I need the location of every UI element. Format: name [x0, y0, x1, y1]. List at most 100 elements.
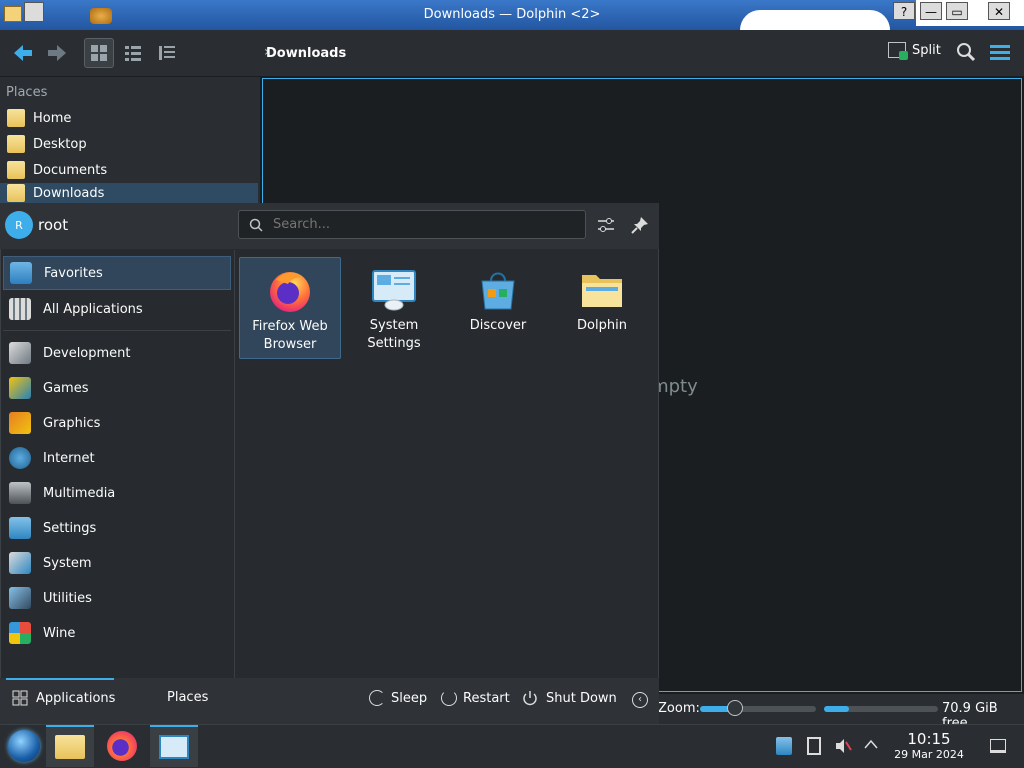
taskbar-system-settings[interactable]	[150, 725, 198, 767]
search-button[interactable]	[956, 42, 976, 66]
leave-more-button[interactable]: ‹	[632, 692, 648, 708]
globe-icon	[9, 447, 31, 469]
places-item-label: Downloads	[33, 185, 105, 201]
shutdown-button[interactable]: Shut Down	[522, 690, 617, 706]
category-label: Settings	[43, 520, 97, 536]
details-view-button[interactable]	[152, 38, 182, 68]
category-label: Internet	[43, 450, 95, 466]
category-label: Graphics	[43, 415, 101, 431]
star-folder-icon	[10, 262, 32, 284]
sidebar-divider	[234, 250, 235, 678]
shutdown-label: Shut Down	[546, 690, 617, 706]
chevron-left-icon: ‹	[638, 694, 642, 705]
windows-orb-icon	[8, 730, 40, 762]
tab-active-indicator	[6, 678, 114, 680]
grid-view-icon	[91, 45, 107, 61]
hamburger-icon	[990, 45, 1010, 60]
app-firefox[interactable]: Firefox Web Browser	[239, 257, 341, 359]
show-desktop-button[interactable]	[990, 739, 1006, 753]
folder-desktop-icon	[7, 135, 25, 153]
settings-icon	[9, 517, 31, 539]
category-label: Favorites	[44, 265, 103, 281]
sliders-icon	[598, 218, 614, 232]
split-button[interactable]: Split	[888, 42, 941, 60]
compact-view-button[interactable]	[118, 38, 148, 68]
zoom-slider-handle[interactable]	[726, 700, 743, 716]
tab-places[interactable]: Places	[167, 690, 208, 705]
tab-applications[interactable]: Applications	[12, 690, 115, 706]
search-field[interactable]	[238, 210, 586, 239]
pin-button[interactable]	[630, 215, 650, 239]
search-icon	[249, 218, 263, 232]
tray-volume-muted-icon[interactable]	[834, 737, 852, 759]
restart-button[interactable]: Restart	[441, 690, 510, 706]
app-discover[interactable]: Discover	[447, 257, 549, 359]
category-divider	[3, 330, 231, 331]
restart-label: Restart	[463, 690, 510, 706]
graphics-icon	[9, 412, 31, 434]
minimize-button[interactable]: —	[920, 2, 942, 20]
category-label: Multimedia	[43, 485, 116, 501]
category-settings[interactable]: Settings	[3, 511, 231, 545]
app-system-settings[interactable]: System Settings	[343, 257, 445, 359]
games-icon	[9, 377, 31, 399]
sleep-icon	[369, 690, 385, 706]
app-dolphin[interactable]: Dolphin	[551, 257, 653, 359]
category-label: Development	[43, 345, 131, 361]
taskbar-dolphin[interactable]	[46, 725, 94, 767]
toolbar: › Split	[0, 30, 1024, 77]
category-favorites[interactable]: Favorites	[3, 256, 231, 290]
arrow-left-icon	[14, 45, 32, 61]
forward-button[interactable]	[42, 38, 72, 68]
category-label: System	[43, 555, 92, 571]
category-all-applications[interactable]: All Applications	[3, 292, 231, 326]
details-view-icon	[159, 46, 175, 60]
app-label: Discover	[469, 318, 527, 333]
pin-icon	[631, 217, 648, 234]
places-item-label: Home	[33, 110, 72, 126]
window-titlebar[interactable]: Downloads — Dolphin <2> ? — ▭ ✕	[0, 0, 1024, 30]
places-item-downloads[interactable]: Downloads	[0, 183, 258, 203]
places-item-home[interactable]: Home	[0, 105, 258, 131]
search-input[interactable]	[271, 216, 575, 233]
firefox-icon	[270, 272, 310, 312]
category-wine[interactable]: Wine	[3, 616, 231, 650]
clock[interactable]: 10:15 29 Mar 2024	[888, 731, 970, 762]
category-system[interactable]: System	[3, 546, 231, 580]
icons-view-button[interactable]	[84, 38, 114, 68]
help-button[interactable]: ?	[893, 2, 915, 20]
category-utilities[interactable]: Utilities	[3, 581, 231, 615]
zoom-slider[interactable]	[700, 700, 816, 716]
maximize-button[interactable]: ▭	[946, 2, 968, 20]
restart-icon	[441, 690, 457, 706]
category-development[interactable]: Development	[3, 336, 231, 370]
firefox-icon	[107, 731, 137, 761]
category-multimedia[interactable]: Multimedia	[3, 476, 231, 510]
tray-expand-icon[interactable]	[864, 738, 878, 754]
folder-home-icon	[7, 109, 25, 127]
user-name: root	[38, 216, 69, 234]
close-button[interactable]: ✕	[988, 2, 1010, 20]
tray-clipboard-icon[interactable]	[807, 737, 821, 755]
system-settings-icon	[372, 270, 416, 311]
configure-button[interactable]	[596, 215, 616, 239]
folder-downloads-icon	[7, 184, 25, 202]
folder-icon	[582, 275, 622, 307]
clock-date: 29 Mar 2024	[894, 748, 964, 761]
tray-updates-icon[interactable]	[776, 737, 792, 755]
category-graphics[interactable]: Graphics	[3, 406, 231, 440]
category-games[interactable]: Games	[3, 371, 231, 405]
breadcrumb-current[interactable]: Downloads	[266, 46, 346, 61]
avatar[interactable]: R	[5, 211, 33, 239]
start-menu-button[interactable]	[0, 725, 48, 767]
hamburger-menu-button[interactable]	[990, 44, 1012, 66]
places-item-documents[interactable]: Documents	[0, 157, 258, 183]
places-heading: Places	[6, 85, 48, 100]
category-label: Games	[43, 380, 89, 396]
taskbar-firefox[interactable]	[98, 725, 146, 767]
back-button[interactable]	[8, 38, 38, 68]
sleep-button[interactable]: Sleep	[369, 690, 427, 706]
category-internet[interactable]: Internet	[3, 441, 231, 475]
places-item-desktop[interactable]: Desktop	[0, 131, 258, 157]
category-label: Utilities	[43, 590, 92, 606]
